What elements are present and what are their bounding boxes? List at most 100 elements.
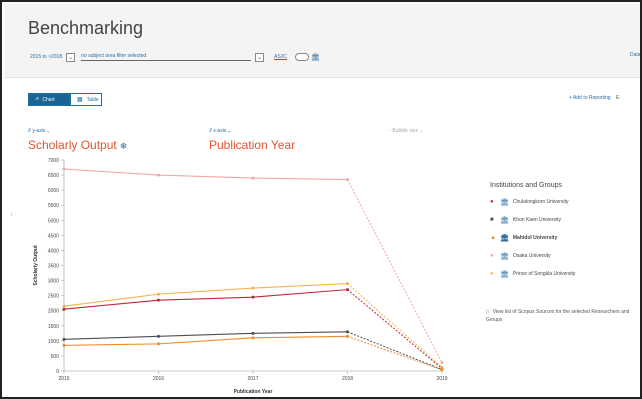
series-line-0 [63, 289, 348, 310]
data-point [62, 307, 66, 311]
y-tick-label: 3000 [48, 279, 59, 285]
institution-icon: 🏛 [500, 199, 509, 206]
x-axis-selector-label: x-axis [213, 128, 227, 134]
legend-label: Khon Kaen University [512, 217, 561, 223]
legend-item-chulalongkorn[interactable]: ● 🏛 Chulalongkorn University [490, 197, 575, 207]
y-tick-label: 6000 [48, 188, 59, 194]
app-frame: Benchmarking 2015 to >2018 ⌄ no subject … [0, 0, 642, 399]
bubble-size-selector[interactable]: ◌ Bubble size ⌄ [388, 128, 424, 134]
x-tick-label: 2017 [247, 376, 258, 382]
document-icon: ▯ [486, 309, 489, 315]
data-point [346, 288, 349, 292]
add-to-reporting-label: + Add to Reporting [569, 95, 611, 101]
y-tick-label: 1000 [48, 339, 59, 345]
data-point [440, 365, 444, 369]
view-tabs: ⩘ Chart ▦ Table [28, 93, 102, 106]
legend-marker: ● [490, 253, 494, 259]
data-link[interactable]: Data [630, 52, 640, 58]
y-tick-label: 4500 [48, 233, 59, 239]
chevron-down-icon: ⌄ [46, 128, 50, 134]
data-point [157, 298, 160, 302]
view-sources-link[interactable]: ▯ View list of Scopus Sources for the sel… [486, 308, 640, 324]
y-metric-label: Scholarly Output [28, 138, 117, 152]
y-tick-label: 3500 [48, 264, 59, 270]
data-point [346, 282, 349, 286]
data-point [62, 167, 66, 171]
series-line-4 [63, 283, 348, 307]
institution-icon: 🏛 [500, 271, 509, 278]
y-tick-label: 500 [51, 354, 60, 360]
tab-chart[interactable]: ⩘ Chart [28, 93, 70, 106]
page-title: Benchmarking [28, 18, 144, 38]
group-toggle[interactable] [294, 53, 309, 61]
institution-icon: 🏛 [500, 217, 509, 224]
data-point [251, 295, 255, 299]
asjc-link[interactable]: ASJC [274, 54, 287, 60]
settings-snowflake-icon[interactable]: ❄ [120, 141, 128, 151]
y-axis-title: Scholarly Output [33, 245, 39, 286]
data-point [157, 292, 160, 296]
legend-item-osaka[interactable]: ● 🏛 Osaka University [490, 251, 575, 261]
year-range-dropdown-icon[interactable]: ⌄ [66, 52, 76, 62]
legend-marker: ● [490, 199, 494, 205]
data-point [440, 361, 444, 365]
series-projection-3 [347, 179, 443, 363]
legend-marker: ■ [490, 217, 494, 223]
y-axis-selector[interactable]: ⫻ y-axis ⌄ [28, 128, 50, 134]
header-panel: Benchmarking 2015 to >2018 ⌄ no subject … [4, 4, 640, 78]
legend-title: Institutions and Groups [490, 182, 562, 189]
tab-table-label: Table [86, 96, 99, 103]
chevron-down-icon: ⌄ [419, 128, 424, 134]
subject-filter-dropdown-icon[interactable]: ⌄ [255, 52, 265, 62]
x-tick-label: 2016 [153, 376, 164, 382]
institution-icon: 🏛 [310, 54, 320, 61]
y-metric-title[interactable]: Scholarly Output ❄ [28, 138, 127, 152]
legend-label: Chulalongkorn University [512, 199, 569, 205]
year-range-select[interactable]: 2015 to >2018 [30, 54, 62, 60]
data-point [157, 173, 160, 177]
tab-table[interactable]: ▦ Table [70, 93, 102, 106]
data-point [251, 286, 255, 290]
line-chart-icon: ⩘ [35, 96, 39, 102]
x-tick-label: 2019 [436, 376, 447, 382]
legend-item-mahidol[interactable]: ▲ 🏛 Mahidol University [490, 233, 575, 243]
institution-icon: 🏛 [500, 235, 509, 242]
legend-label: Osaka University [512, 253, 551, 259]
x-metric-title[interactable]: Publication Year [209, 138, 295, 152]
line-chart: 0 500 1000 1500 2000 2500 3000 3500 4000 4500 5000… [33, 158, 448, 395]
legend-marker: ▲ [490, 235, 496, 241]
data-point [62, 343, 66, 347]
add-to-reporting-link[interactable]: + Add to Reporting E [569, 95, 619, 101]
filter-bar: 2015 to >2018 ⌄ no subject area filter s… [30, 50, 320, 64]
chevron-down-icon: ⌄ [227, 128, 231, 134]
y-axis-selector-label: y-axis [32, 128, 46, 134]
y-tick-label: 2500 [48, 294, 59, 300]
data-point [346, 334, 349, 338]
legend-label: Prince of Songkla University [512, 271, 576, 277]
table-icon: ▦ [77, 97, 83, 103]
x-axis-selector[interactable]: ⫻ x-axis ⌄ [209, 128, 231, 134]
y-tick-label: 1500 [48, 324, 59, 330]
data-point [346, 178, 349, 182]
y-tick-label: 2000 [48, 309, 59, 315]
series-line-1 [63, 331, 348, 340]
legend-item-prince-of-songkla[interactable]: ● 🏛 Prince of Songkla University [490, 269, 575, 279]
y-tick-label: 5000 [48, 218, 59, 224]
series-projection-0 [347, 289, 443, 369]
institution-icon: 🏛 [500, 253, 509, 260]
tab-chart-label: Chart [42, 96, 55, 103]
data-point [62, 304, 66, 308]
x-axis-title: Publication Year [234, 389, 273, 395]
y-tick-label: 0 [56, 369, 59, 375]
legend-item-khon-kaen[interactable]: ■ 🏛 Khon Kaen University [490, 215, 575, 225]
y-tick-label: 4000 [48, 248, 59, 254]
subject-filter-select[interactable]: no subject area filter selected [81, 53, 252, 61]
series-projection-2 [347, 335, 443, 371]
bubble-size-label: Bubble size [392, 128, 419, 134]
x-tick-label: 2018 [342, 376, 353, 382]
y-tick-label: 5500 [48, 203, 59, 209]
series-projection-4 [347, 283, 443, 368]
data-point [62, 337, 66, 341]
data-point [346, 330, 349, 334]
x-tick-label: 2015 [58, 376, 69, 382]
